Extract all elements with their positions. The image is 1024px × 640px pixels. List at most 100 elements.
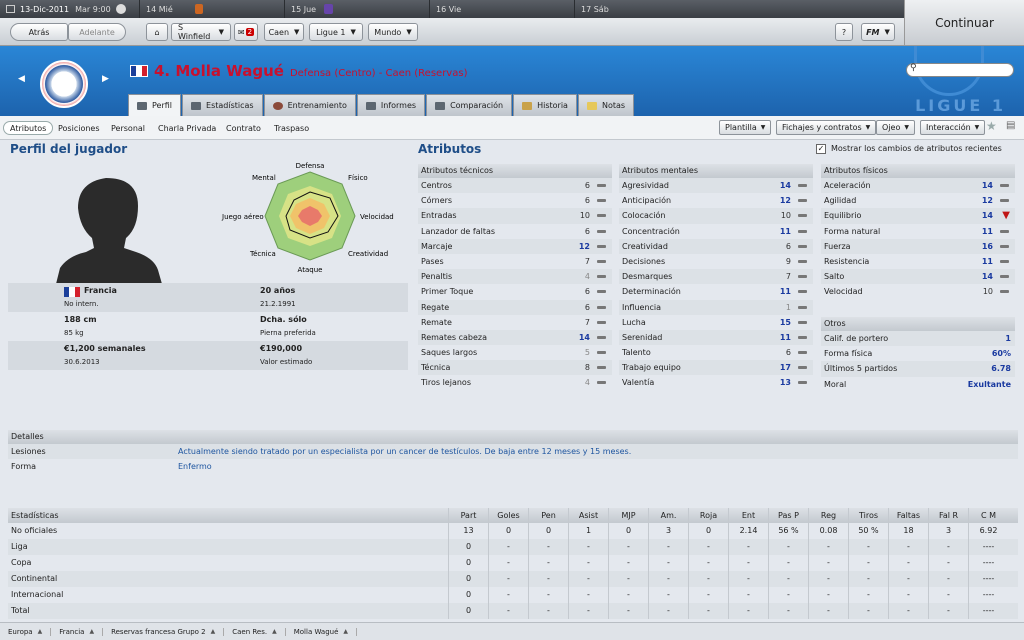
trend-neutral-icon — [1000, 275, 1009, 279]
table-cell: 0 — [608, 523, 648, 539]
attribute-name: Talento — [622, 348, 651, 358]
breadcrumb-item[interactable]: Molla Wagué ▲ — [286, 627, 358, 636]
manager-menu[interactable]: S Winfield ▼ — [171, 23, 231, 41]
breadcrumb-item[interactable]: Caen Res. ▲ — [224, 627, 286, 636]
column-header[interactable]: Pen — [528, 508, 568, 523]
tab-perfil[interactable]: Perfil — [128, 94, 182, 116]
league-menu[interactable]: Ligue 1 ▼ — [309, 23, 363, 41]
tab-comparacion[interactable]: Comparación — [426, 94, 513, 116]
table-cell: - — [768, 587, 808, 603]
help-button[interactable]: ? — [835, 23, 853, 41]
france-flag-icon — [130, 65, 148, 77]
column-header[interactable]: Ent — [728, 508, 768, 523]
tab-estadisticas[interactable]: Estadísticas — [182, 94, 263, 116]
column-header[interactable]: C M — [968, 508, 1008, 523]
column-header[interactable]: Tiros — [848, 508, 888, 523]
table-cell: - — [488, 539, 528, 555]
column-header[interactable]: Goles — [488, 508, 528, 523]
trend-neutral-icon — [798, 244, 807, 248]
player-position-team[interactable]: Defensa (Centro) - Caen (Reservas) — [290, 68, 468, 79]
attribute-row: Serenidad 11 — [619, 329, 813, 346]
table-cell: - — [608, 571, 648, 587]
injury-text[interactable]: Actualmente siendo tratado por un especi… — [178, 444, 631, 459]
player-banner: LIGUE 1 ◀ ▶ 4. Molla Wagué Defensa (Cent… — [0, 46, 1024, 116]
mental-header: Atributos mentales — [619, 164, 813, 178]
interaction-dropdown[interactable]: Interacción ▼ — [920, 120, 986, 135]
calendar-day-14[interactable]: 14 Mié — [140, 0, 285, 18]
fm-menu[interactable]: FM ▼ — [861, 23, 895, 41]
table-cell: - — [688, 587, 728, 603]
continue-button[interactable]: Continuar — [904, 0, 1024, 46]
table-cell: - — [568, 603, 608, 619]
trend-neutral-icon — [798, 320, 807, 324]
attribute-value: 5 — [584, 348, 590, 358]
search-input[interactable]: ⚲ — [906, 63, 1014, 77]
forward-button[interactable]: Adelante — [68, 23, 126, 41]
stats-icon — [191, 101, 202, 110]
squad-dropdown[interactable]: Plantilla ▼ — [719, 120, 772, 135]
star-icon[interactable]: ★ — [986, 119, 997, 133]
subnav-personal[interactable]: Personal — [105, 121, 151, 135]
tab-informes[interactable]: Informes — [356, 94, 426, 116]
subnav-traspaso[interactable]: Traspaso — [268, 121, 315, 135]
club-menu[interactable]: Caen ▼ — [264, 23, 304, 41]
scouting-dropdown[interactable]: Ojeo ▼ — [876, 120, 915, 135]
column-header[interactable]: Roja — [688, 508, 728, 523]
subnav-contrato[interactable]: Contrato — [220, 121, 267, 135]
radar-label: Velocidad — [360, 213, 394, 221]
inbox-button[interactable]: ✉ 2 — [234, 23, 258, 41]
radar-label: Físico — [348, 174, 368, 182]
trend-neutral-icon — [597, 305, 606, 309]
column-header[interactable]: Fal R — [928, 508, 968, 523]
attribute-row: Forma física 60% — [821, 346, 1015, 361]
trend-neutral-icon — [798, 184, 807, 187]
column-header[interactable]: Pas P — [768, 508, 808, 523]
help-icon: ? — [841, 27, 847, 37]
world-menu[interactable]: Mundo ▼ — [368, 23, 418, 41]
calendar-day-15[interactable]: 15 Jue — [285, 0, 430, 18]
statistics-table: Estadísticas Part Goles Pen Asist MJP Am. Roja… — [8, 508, 1018, 619]
attribute-row: Determinación 11 — [619, 284, 813, 299]
back-button[interactable]: Atrás — [10, 23, 68, 41]
attribute-row: Agilidad 12 — [821, 193, 1015, 208]
breadcrumb-item[interactable]: Francia ▲ — [51, 627, 104, 636]
column-header[interactable]: Reg — [808, 508, 848, 523]
attribute-value: 14 — [779, 181, 791, 190]
column-header[interactable]: Part — [448, 508, 488, 523]
breadcrumb-label: Caen Res. — [232, 627, 268, 636]
attribute-value: 6 — [785, 348, 791, 358]
subnav-atributos[interactable]: Atributos — [3, 121, 54, 135]
column-header[interactable]: Am. — [648, 508, 688, 523]
next-player-arrow-icon[interactable]: ▶ — [102, 74, 109, 84]
trend-neutral-icon — [798, 305, 807, 309]
add-note-icon[interactable]: ▤ — [1006, 120, 1015, 131]
calendar-day-16[interactable]: 16 Vie — [430, 0, 575, 18]
table-cell: 0 — [448, 603, 488, 619]
column-header[interactable]: MJP — [608, 508, 648, 523]
show-changes-checkbox[interactable]: ✓ — [816, 144, 826, 154]
current-date[interactable]: 13-Dic-2011 Mar 9:00 — [0, 0, 140, 18]
table-cell: - — [528, 539, 568, 555]
subnav-charla-privada[interactable]: Charla Privada — [152, 121, 222, 135]
calendar-icon — [6, 5, 15, 13]
attribute-row: Calif. de portero 1 — [821, 331, 1015, 347]
column-header[interactable]: Asist — [568, 508, 608, 523]
breadcrumb-item[interactable]: Europa ▲ — [0, 627, 52, 636]
row-label: Total — [11, 606, 30, 615]
nationality[interactable]: Francia — [84, 286, 117, 295]
subnav-posiciones[interactable]: Posiciones — [52, 121, 106, 135]
previous-player-arrow-icon[interactable]: ◀ — [18, 74, 25, 84]
column-header[interactable]: Faltas — [888, 508, 928, 523]
tab-notas[interactable]: Notas — [577, 94, 635, 116]
tab-entrenamiento[interactable]: Entrenamiento — [263, 94, 356, 116]
breadcrumb-item[interactable]: Reservas francesa Grupo 2 ▲ — [103, 627, 225, 636]
trend-neutral-icon — [597, 184, 606, 187]
trend-neutral-icon — [1000, 184, 1009, 187]
row-label: Continental — [11, 574, 58, 583]
calendar-day-17[interactable]: 17 Sáb — [575, 0, 904, 18]
table-cell: - — [768, 539, 808, 555]
weight: 85 kg — [64, 329, 84, 337]
tab-historia[interactable]: Historia — [513, 94, 577, 116]
transfers-contracts-dropdown[interactable]: Fichajes y contratos ▼ — [776, 120, 877, 135]
home-button[interactable]: ⌂ — [146, 23, 168, 41]
